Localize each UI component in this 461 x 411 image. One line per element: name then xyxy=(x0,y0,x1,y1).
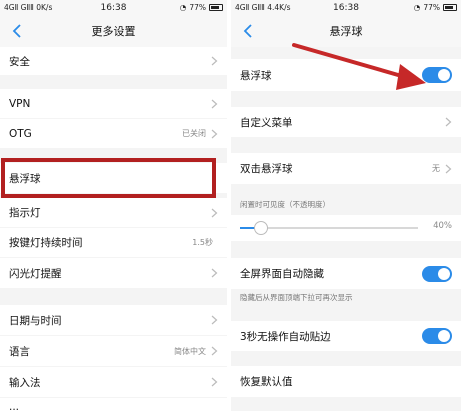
item-label: 3秒无操作自动贴边 xyxy=(240,330,331,343)
toggle-knob xyxy=(438,69,450,81)
item-label: 输入法 xyxy=(9,376,41,389)
double-click-row[interactable]: 双击悬浮球 无 xyxy=(231,153,461,184)
item-label: ... xyxy=(9,401,20,411)
settings-item-date-time[interactable]: 日期与时间 xyxy=(0,305,227,335)
title-bar: 更多设置 xyxy=(0,15,227,47)
item-label: 悬浮球 xyxy=(9,172,41,185)
back-arrow-icon xyxy=(12,24,21,38)
item-label: 闪光灯提醒 xyxy=(9,267,62,280)
item-label: 日期与时间 xyxy=(9,314,62,327)
page-title: 悬浮球 xyxy=(329,25,363,38)
status-time: 16:38 xyxy=(100,2,127,13)
settings-item-cut-off[interactable]: ... xyxy=(0,398,227,411)
settings-item-language[interactable]: 语言 简体中文 xyxy=(0,336,227,366)
opacity-label: 闲置时可见度（不透明度） xyxy=(240,199,330,209)
opacity-value: 40% xyxy=(433,221,452,231)
item-label: 全屏界面自动隐藏 xyxy=(240,268,324,280)
opacity-slider-thumb[interactable] xyxy=(254,221,269,235)
back-button[interactable] xyxy=(237,20,259,42)
item-label: 自定义菜单 xyxy=(240,116,293,129)
settings-item-indicator-light[interactable]: 指示灯 xyxy=(0,198,227,227)
settings-item-key-light-duration[interactable]: 按键灯持续时间 1.5秒 xyxy=(0,228,227,257)
title-bar: 悬浮球 xyxy=(231,15,461,47)
chevron-right-icon xyxy=(211,208,218,217)
floating-ball-toggle-row[interactable]: 悬浮球 xyxy=(231,59,461,91)
item-label: VPN xyxy=(9,97,31,110)
auto-edge-row[interactable]: 3秒无操作自动贴边 xyxy=(231,321,461,351)
item-label: 双击悬浮球 xyxy=(240,163,293,175)
chevron-right-icon xyxy=(211,56,218,66)
opacity-slider-row: 40% xyxy=(231,215,461,241)
item-label: OTG xyxy=(9,127,32,140)
custom-menu-row[interactable]: 自定义菜单 xyxy=(231,107,461,137)
battery-icon xyxy=(443,4,457,11)
chevron-right-icon xyxy=(445,117,452,127)
floating-ball-toggle[interactable] xyxy=(422,67,452,83)
fullscreen-hide-row[interactable]: 全屏界面自动隐藏 xyxy=(231,258,461,289)
chevron-right-icon xyxy=(211,377,218,387)
right-screen: 4GⅡ GⅡⅡ 4.4K/s 16:38 ◔ 77% 悬浮球 悬浮球 自定义菜单… xyxy=(231,0,461,411)
item-label: 安全 xyxy=(9,55,30,68)
back-arrow-icon xyxy=(243,24,252,38)
settings-item-floating-ball[interactable]: 悬浮球 xyxy=(0,163,227,193)
double-click-value: 无 xyxy=(432,164,440,173)
settings-item-flash-reminder[interactable]: 闪光灯提醒 xyxy=(0,258,227,288)
fullscreen-hide-hint: 隐藏后从界面顶端下拉可再次显示 xyxy=(240,293,353,302)
toggle-knob xyxy=(438,267,450,280)
status-time: 16:38 xyxy=(333,2,359,13)
chevron-right-icon xyxy=(211,315,218,325)
toggle-knob xyxy=(438,330,450,342)
item-label: 语言 xyxy=(9,345,30,358)
settings-item-security[interactable]: 安全 xyxy=(0,47,227,75)
item-label: 恢复默认值 xyxy=(240,376,293,388)
item-label: 指示灯 xyxy=(9,207,41,219)
otg-status-value: 已关闭 xyxy=(182,129,206,138)
fullscreen-hide-toggle[interactable] xyxy=(422,265,452,282)
chevron-right-icon xyxy=(211,129,218,138)
settings-item-input-method[interactable]: 输入法 xyxy=(0,367,227,397)
chevron-right-icon xyxy=(211,268,218,278)
key-light-duration-value: 1.5秒 xyxy=(192,238,213,247)
settings-item-vpn[interactable]: VPN xyxy=(0,89,227,118)
item-label: 悬浮球 xyxy=(240,69,272,82)
chevron-right-icon xyxy=(445,164,452,173)
status-bar: 4GⅡ GⅡⅡ 0K/s 16:38 ◔ 77% xyxy=(0,0,227,15)
page-title: 更多设置 xyxy=(91,25,136,38)
battery-icon xyxy=(209,4,223,11)
left-screen: 4GⅡ GⅡⅡ 0K/s 16:38 ◔ 77% 更多设置 安全 VPN OTG… xyxy=(0,0,227,411)
restore-default-row[interactable]: 恢复默认值 xyxy=(231,366,461,397)
auto-edge-toggle[interactable] xyxy=(422,328,452,344)
status-bar: 4GⅡ GⅡⅡ 4.4K/s 16:38 ◔ 77% xyxy=(231,0,461,15)
language-value: 简体中文 xyxy=(174,346,206,356)
item-label: 按键灯持续时间 xyxy=(9,237,83,249)
back-button[interactable] xyxy=(6,20,28,42)
chevron-right-icon xyxy=(211,99,218,108)
settings-item-otg[interactable]: OTG 已关闭 xyxy=(0,119,227,148)
chevron-right-icon xyxy=(211,346,218,356)
